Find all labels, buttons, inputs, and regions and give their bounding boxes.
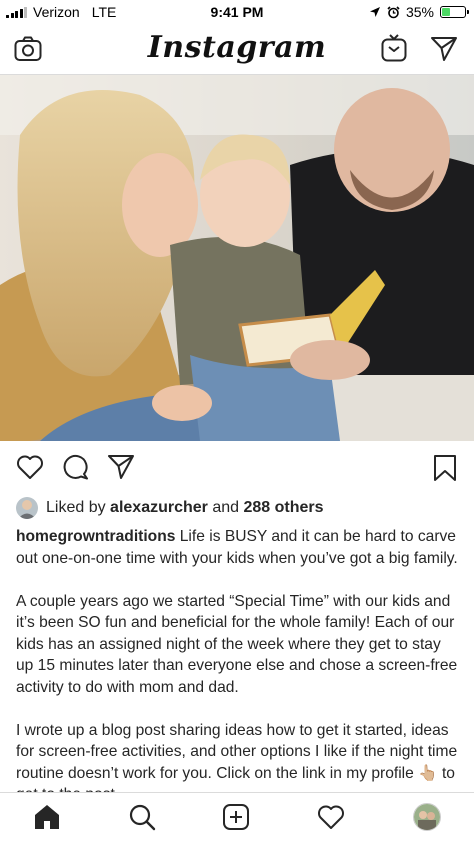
caption-paragraph-2: A couple years ago we started “Special T… <box>16 592 458 696</box>
top-nav-bar: Instagram <box>0 24 474 75</box>
comment-icon[interactable] <box>62 454 90 480</box>
igtv-icon[interactable] <box>381 34 407 62</box>
activity-icon[interactable] <box>317 803 345 831</box>
share-icon[interactable] <box>107 454 135 480</box>
direct-message-icon[interactable] <box>430 36 458 62</box>
likes-joiner: and <box>212 499 240 516</box>
location-icon <box>369 7 380 17</box>
status-bar: Verizon LTE 9:41 PM 35% <box>0 0 474 24</box>
battery-icon <box>440 6 469 18</box>
likes-prefix: Liked by <box>46 499 106 516</box>
post-photo[interactable] <box>0 75 474 441</box>
bookmark-icon[interactable] <box>432 454 458 482</box>
liker-avatar <box>16 497 38 519</box>
pointing-up-emoji: 👆🏼 <box>418 764 438 782</box>
caption-username[interactable]: homegrowntraditions <box>16 528 175 545</box>
new-post-icon[interactable] <box>222 803 250 831</box>
home-icon[interactable] <box>33 803 61 831</box>
alarm-icon <box>387 5 400 18</box>
liker-username[interactable]: alexazurcher <box>110 499 208 517</box>
profile-avatar[interactable] <box>413 803 441 831</box>
bottom-tab-bar <box>0 792 474 843</box>
search-icon[interactable] <box>128 803 156 831</box>
battery-percent: 35% <box>405 4 434 20</box>
family-reading-photo <box>0 75 474 441</box>
post-caption: homegrowntraditions Life is BUSY and it … <box>16 526 462 827</box>
like-icon[interactable] <box>16 454 44 480</box>
post-actions <box>0 441 474 493</box>
likes-others[interactable]: 288 others <box>244 499 324 517</box>
likes-row[interactable]: Liked by alexazurcher and 288 others <box>16 496 324 520</box>
caption-paragraph-3: I wrote up a blog post sharing ideas how… <box>16 721 458 782</box>
